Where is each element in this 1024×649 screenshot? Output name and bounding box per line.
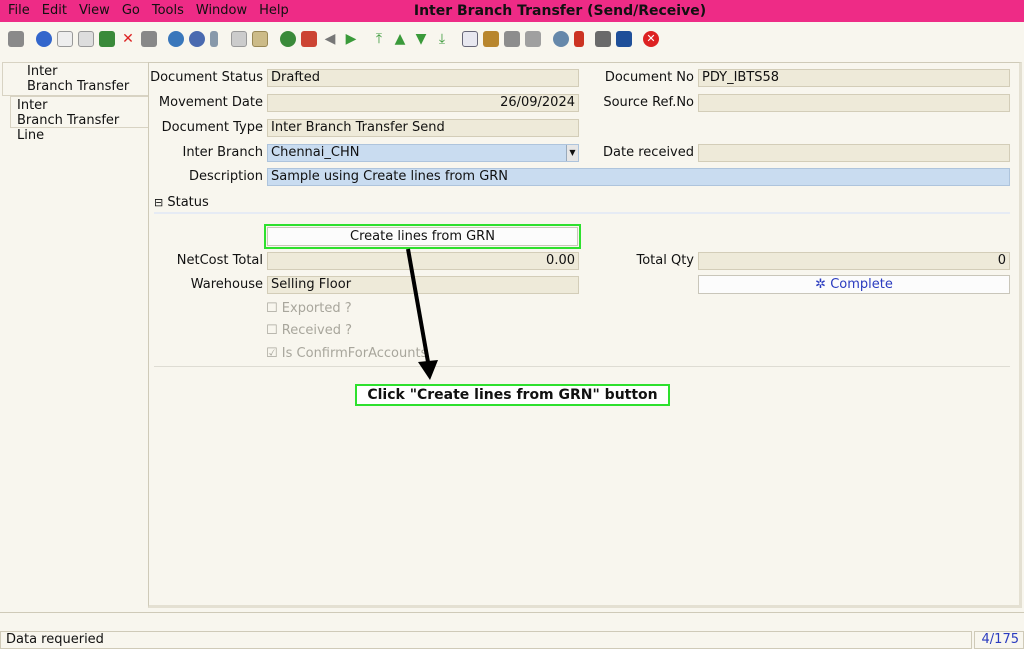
movement-date-label: Movement Date: [158, 95, 263, 110]
dropdown-arrow-icon[interactable]: ▼: [566, 145, 578, 161]
print-icon[interactable]: [525, 31, 541, 47]
description-label: Description: [188, 169, 263, 184]
warehouse-field[interactable]: Selling Floor: [267, 276, 579, 294]
back-icon[interactable]: ◀: [322, 31, 338, 47]
menu-edit[interactable]: Edit: [36, 2, 73, 20]
title-bar: File Edit View Go Tools Window Help Inte…: [0, 0, 1024, 22]
highlight-box: [264, 224, 581, 249]
description-field[interactable]: Sample using Create lines from GRN: [267, 168, 1010, 186]
forward-icon[interactable]: ▶: [343, 31, 359, 47]
refresh-icon[interactable]: [168, 31, 184, 47]
print-preview-icon[interactable]: [504, 31, 520, 47]
menu-go[interactable]: Go: [116, 2, 146, 20]
menu-window[interactable]: Window: [190, 2, 253, 20]
toolbar: ✕ ◀ ▶ ⤒ ▲ ▼ ⤓ ✕: [0, 24, 1024, 58]
inter-branch-label: Inter Branch: [182, 145, 263, 160]
chat-icon[interactable]: [231, 31, 247, 47]
section-divider: [154, 366, 1010, 367]
record-pager: 4/175: [974, 631, 1024, 649]
checkbox-empty-icon: ☐: [266, 323, 278, 338]
help-icon[interactable]: [36, 31, 52, 47]
tab-label-line2: Branch Transfer: [27, 79, 130, 94]
home-icon[interactable]: [301, 31, 317, 47]
menu-tools[interactable]: Tools: [146, 2, 190, 20]
copy-record-icon[interactable]: [78, 31, 94, 47]
netcost-total-field[interactable]: 0.00: [267, 252, 579, 270]
checkbox-checked-icon: ☑: [266, 346, 278, 361]
collapse-icon[interactable]: ⊟: [154, 196, 163, 209]
delete-icon[interactable]: ✕: [120, 31, 136, 47]
report-icon[interactable]: [462, 31, 478, 47]
tab-label-line2: Branch Transfer Line: [17, 113, 120, 143]
received-label: Received ?: [281, 323, 352, 338]
document-status-field[interactable]: Drafted: [267, 69, 579, 87]
tab-inter-branch-transfer-line[interactable]: Inter Branch Transfer Line: [10, 96, 150, 143]
document-no-label: Document No: [604, 70, 694, 85]
menu-help[interactable]: Help: [253, 2, 295, 20]
next-record-icon[interactable]: ▼: [413, 31, 429, 47]
exit-icon[interactable]: ✕: [643, 31, 659, 47]
status-section-header[interactable]: ⊟ Status: [154, 194, 1010, 214]
undo-icon[interactable]: [8, 31, 24, 47]
toolbar-spacer: [0, 612, 1024, 630]
document-type-field[interactable]: Inter Branch Transfer Send: [267, 119, 579, 137]
tab-inter-branch-transfer[interactable]: Inter Branch Transfer: [2, 62, 148, 96]
workflow-icon[interactable]: [574, 31, 584, 47]
movement-date-field[interactable]: 26/09/2024: [267, 94, 579, 112]
total-qty-field[interactable]: 0: [698, 252, 1010, 270]
status-message: Data requeried: [0, 631, 972, 649]
document-no-field[interactable]: PDY_IBTS58: [698, 69, 1010, 87]
exported-label: Exported ?: [281, 301, 352, 316]
source-ref-label: Source Ref.No: [603, 95, 694, 110]
source-ref-field[interactable]: [698, 94, 1010, 112]
first-record-icon[interactable]: ⤒: [371, 31, 387, 47]
complete-button-label: Complete: [830, 277, 893, 292]
last-record-icon[interactable]: ⤓: [434, 31, 450, 47]
warehouse-label: Warehouse: [190, 277, 263, 292]
inter-branch-value: Chennai_CHN: [271, 145, 360, 160]
annotation-label: Click "Create lines from GRN" button: [355, 384, 670, 406]
document-type-label: Document Type: [161, 120, 263, 135]
menu-bar: File Edit View Go Tools Window Help: [2, 2, 295, 20]
exported-checkbox[interactable]: ☐ Exported ?: [266, 300, 352, 318]
received-checkbox[interactable]: ☐ Received ?: [266, 322, 352, 340]
complete-button[interactable]: ✲ Complete: [698, 275, 1010, 294]
menu-view[interactable]: View: [73, 2, 116, 20]
confirm-for-accounts-checkbox[interactable]: ☑ Is ConfirmForAccounts: [266, 345, 427, 363]
window-title: Inter Branch Transfer (Send/Receive): [413, 3, 707, 19]
document-status-label: Document Status: [150, 70, 263, 85]
status-section-title: Status: [167, 195, 209, 210]
total-qty-label: Total Qty: [636, 253, 694, 268]
attachment-icon[interactable]: [210, 31, 218, 47]
inter-branch-select[interactable]: Chennai_CHN ▼: [267, 144, 579, 162]
tab-label-line1: Inter: [17, 98, 48, 113]
menu-file[interactable]: File: [2, 2, 36, 20]
tab-label-line1: Inter: [27, 64, 58, 79]
history-icon[interactable]: [280, 31, 296, 47]
archive-icon[interactable]: [483, 31, 499, 47]
checkbox-empty-icon: ☐: [266, 301, 278, 316]
find-icon[interactable]: [189, 31, 205, 47]
zoom-icon[interactable]: [553, 31, 569, 47]
date-received-label: Date received: [603, 145, 694, 160]
process-icon[interactable]: [595, 31, 611, 47]
date-received-field[interactable]: [698, 144, 1010, 162]
netcost-total-label: NetCost Total: [176, 253, 263, 268]
save-icon[interactable]: [99, 31, 115, 47]
save-disabled-icon[interactable]: [141, 31, 157, 47]
grid-toggle-icon[interactable]: [252, 31, 268, 47]
gear-icon: ✲: [815, 277, 827, 292]
confirm-for-accounts-label: Is ConfirmForAccounts: [281, 346, 428, 361]
previous-record-icon[interactable]: ▲: [392, 31, 408, 47]
new-record-icon[interactable]: [57, 31, 73, 47]
product-info-icon[interactable]: [616, 31, 632, 47]
